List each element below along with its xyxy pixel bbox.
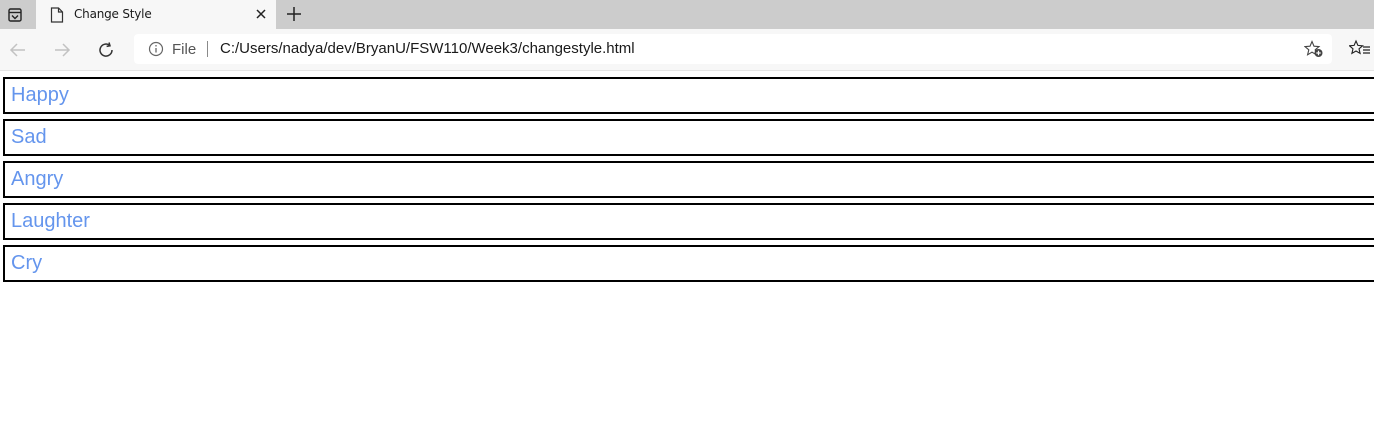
- url-text[interactable]: C:/Users/nadya/dev/BryanU/FSW110/Week3/c…: [220, 40, 635, 57]
- page-content: Happy Sad Angry Laughter Cry: [0, 71, 1374, 433]
- mood-list: Happy Sad Angry Laughter Cry: [3, 77, 1374, 287]
- mood-item-sad[interactable]: Sad: [3, 119, 1374, 156]
- mood-label: Cry: [11, 252, 43, 274]
- close-icon[interactable]: [254, 7, 268, 21]
- scheme-label: File: [172, 41, 197, 58]
- mood-label: Happy: [11, 84, 69, 106]
- mood-item-happy[interactable]: Happy: [3, 77, 1374, 114]
- mood-label: Laughter: [11, 210, 90, 232]
- forward-arrow-icon[interactable]: [52, 40, 72, 60]
- browser-toolbar: File C:/Users/nadya/dev/BryanU/FSW110/We…: [0, 29, 1374, 71]
- favorites-icon[interactable]: [1349, 39, 1371, 59]
- mood-item-laughter[interactable]: Laughter: [3, 203, 1374, 240]
- address-divider: [207, 41, 208, 57]
- browser-tab[interactable]: Change Style: [36, 0, 276, 29]
- mood-item-angry[interactable]: Angry: [3, 161, 1374, 198]
- tab-actions-icon: [7, 7, 22, 22]
- tab-strip: Change Style: [0, 0, 1374, 29]
- page-icon: [50, 7, 64, 23]
- address-bar[interactable]: File C:/Users/nadya/dev/BryanU/FSW110/We…: [134, 34, 1332, 64]
- mood-label: Angry: [11, 168, 64, 190]
- info-icon[interactable]: [148, 41, 164, 57]
- add-favorite-icon[interactable]: [1304, 40, 1324, 58]
- reload-icon[interactable]: [96, 40, 116, 60]
- mood-item-cry[interactable]: Cry: [3, 245, 1374, 282]
- mood-label: Sad: [11, 126, 47, 148]
- tab-actions-button[interactable]: [0, 0, 29, 29]
- back-arrow-icon[interactable]: [8, 40, 28, 60]
- plus-icon[interactable]: [285, 5, 303, 23]
- tab-title: Change Style: [74, 7, 152, 21]
